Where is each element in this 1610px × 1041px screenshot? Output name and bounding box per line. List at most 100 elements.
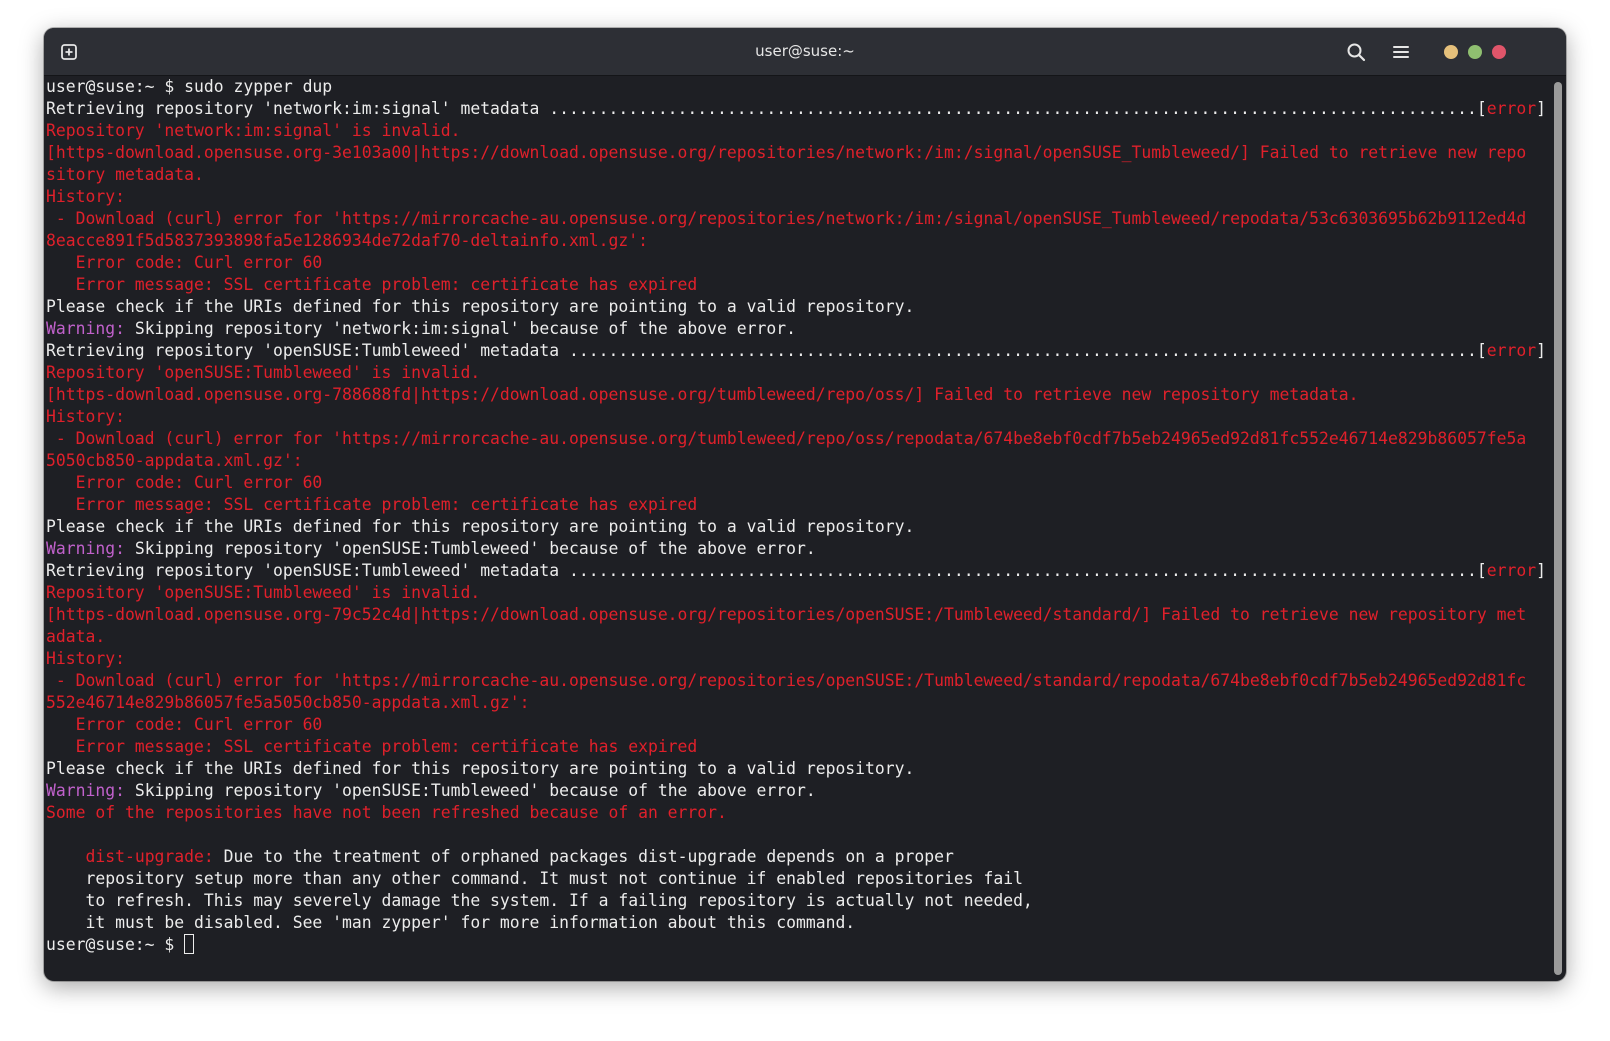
terminal-line: user@suse:~ $ sudo zypper dup	[46, 76, 1544, 98]
terminal-text-segment: error	[1486, 341, 1537, 360]
terminal-line: Error code: Curl error 60	[46, 714, 1544, 736]
terminal-output[interactable]: user@suse:~ $ sudo zypper dup Retrieving …	[44, 76, 1544, 981]
terminal-line: adata.	[46, 626, 1544, 648]
terminal-text-segment: 8eacce891f5d5837393898fa5e1286934de72daf…	[46, 231, 648, 250]
terminal-text-segment: Retrieving repository 'network:im:signal…	[46, 99, 1487, 118]
terminal-text-segment: to refresh. This may severely damage the…	[46, 891, 1033, 910]
terminal-line: Error message: SSL certificate problem: …	[46, 274, 1544, 296]
close-button[interactable]	[1492, 45, 1506, 59]
terminal-text-segment: History:	[46, 407, 125, 426]
terminal-text-segment: Warning:	[46, 319, 125, 338]
terminal-text-segment: adata.	[46, 627, 106, 646]
terminal-window: user@suse:~ user@suse:~ $ sudo zypper du…	[44, 28, 1566, 981]
search-icon	[1347, 43, 1366, 62]
terminal-text-segment: History:	[46, 187, 125, 206]
terminal-text-segment: 552e46714e829b86057fe5a5050cb850-appdata…	[46, 693, 530, 712]
terminal-line: it must be disabled. See 'man zypper' fo…	[46, 912, 1544, 934]
terminal-line: History:	[46, 648, 1544, 670]
terminal-line: - Download (curl) error for 'https://mir…	[46, 208, 1544, 230]
terminal-text-segment: [https-download.opensuse.org-79c52c4d|ht…	[46, 605, 1527, 624]
search-button[interactable]	[1344, 40, 1368, 64]
terminal-line: Retrieving repository 'openSUSE:Tumblewe…	[46, 340, 1544, 362]
terminal-line: Some of the repositories have not been r…	[46, 802, 1544, 824]
terminal-text-segment: Warning:	[46, 781, 125, 800]
hamburger-menu-icon	[1393, 46, 1409, 58]
menu-button[interactable]	[1389, 40, 1413, 64]
terminal-line: to refresh. This may severely damage the…	[46, 890, 1544, 912]
terminal-text-segment: ]	[1536, 341, 1544, 360]
terminal-line: Error code: Curl error 60	[46, 252, 1544, 274]
terminal-text-segment: [https-download.opensuse.org-788688fd|ht…	[46, 385, 1359, 404]
terminal-line: Error message: SSL certificate problem: …	[46, 494, 1544, 516]
terminal-line: 8eacce891f5d5837393898fa5e1286934de72daf…	[46, 230, 1544, 252]
prompt-line[interactable]: user@suse:~ $	[46, 934, 1544, 956]
terminal-text-segment: Due to the treatment of orphaned package…	[213, 847, 954, 866]
terminal-text-segment: 5050cb850-appdata.xml.gz':	[46, 451, 303, 470]
terminal-line: 5050cb850-appdata.xml.gz':	[46, 450, 1544, 472]
vertical-scrollbar[interactable]	[1554, 82, 1562, 975]
minimize-button[interactable]	[1444, 45, 1458, 59]
terminal-text-segment: Repository 'network:im:signal' is invali…	[46, 121, 461, 140]
terminal-text-segment: Error code: Curl error 60	[46, 473, 323, 492]
terminal-text-segment: Skipping repository 'network:im:signal' …	[124, 319, 796, 338]
terminal-line: Error code: Curl error 60	[46, 472, 1544, 494]
terminal-text-segment: Skipping repository 'openSUSE:Tumbleweed…	[124, 539, 816, 558]
terminal-text-segment: Some of the repositories have not been r…	[46, 803, 727, 822]
terminal-line: - Download (curl) error for 'https://mir…	[46, 428, 1544, 450]
terminal-line: Warning: Skipping repository 'openSUSE:T…	[46, 780, 1544, 802]
terminal-text-segment: dist-upgrade:	[85, 847, 214, 866]
terminal-text-segment: Please check if the URIs defined for thi…	[46, 759, 915, 778]
terminal-text-segment: ]	[1536, 99, 1544, 118]
terminal-line: [https-download.opensuse.org-3e103a00|ht…	[46, 142, 1544, 164]
terminal-text-segment: Repository 'openSUSE:Tumbleweed' is inva…	[46, 583, 481, 602]
terminal-text-segment: sitory metadata.	[46, 165, 204, 184]
title-bar[interactable]: user@suse:~	[44, 28, 1566, 76]
terminal-text-segment: Retrieving repository 'openSUSE:Tumblewe…	[46, 341, 1487, 360]
terminal-line: Please check if the URIs defined for thi…	[46, 516, 1544, 538]
terminal-text-segment: Error code: Curl error 60	[46, 253, 323, 272]
shell-prompt: user@suse:~ $	[46, 935, 185, 954]
terminal-line: Retrieving repository 'openSUSE:Tumblewe…	[46, 560, 1544, 582]
terminal-text-segment: user@suse:~ $ sudo zypper dup	[46, 77, 333, 96]
terminal-line: Please check if the URIs defined for thi…	[46, 296, 1544, 318]
terminal-line: [https-download.opensuse.org-788688fd|ht…	[46, 384, 1544, 406]
terminal-text-segment: Warning:	[46, 539, 125, 558]
terminal-text-segment: Skipping repository 'openSUSE:Tumbleweed…	[124, 781, 816, 800]
terminal-line: Warning: Skipping repository 'openSUSE:T…	[46, 538, 1544, 560]
terminal-line: Repository 'openSUSE:Tumbleweed' is inva…	[46, 362, 1544, 384]
terminal-text-segment: Retrieving repository 'openSUSE:Tumblewe…	[46, 561, 1487, 580]
terminal-text-segment: Error message: SSL certificate problem: …	[46, 495, 698, 514]
terminal-line: - Download (curl) error for 'https://mir…	[46, 670, 1544, 692]
terminal-line: Retrieving repository 'network:im:signal…	[46, 98, 1544, 120]
terminal-text-segment: - Download (curl) error for 'https://mir…	[46, 671, 1527, 690]
text-cursor	[184, 934, 195, 954]
terminal-text-segment: ]	[1536, 561, 1544, 580]
terminal-line: Warning: Skipping repository 'network:im…	[46, 318, 1544, 340]
terminal-text-segment: error	[1486, 561, 1537, 580]
terminal-text-segment: it must be disabled. See 'man zypper' fo…	[46, 913, 856, 932]
terminal-line: 552e46714e829b86057fe5a5050cb850-appdata…	[46, 692, 1544, 714]
terminal-text-segment: Please check if the URIs defined for thi…	[46, 297, 915, 316]
terminal-text-segment: - Download (curl) error for 'https://mir…	[46, 429, 1527, 448]
terminal-lines: user@suse:~ $ sudo zypper dup Retrieving …	[44, 76, 1544, 956]
terminal-text-segment: Error code: Curl error 60	[46, 715, 323, 734]
terminal-text-segment: Error message: SSL certificate problem: …	[46, 275, 698, 294]
terminal-line: repository setup more than any other com…	[46, 868, 1544, 890]
terminal-line: Error message: SSL certificate problem: …	[46, 736, 1544, 758]
terminal-text-segment: Error message: SSL certificate problem: …	[46, 737, 698, 756]
terminal-line: Repository 'openSUSE:Tumbleweed' is inva…	[46, 582, 1544, 604]
terminal-line: dist-upgrade: Due to the treatment of or…	[46, 846, 1544, 868]
terminal-text-segment: - Download (curl) error for 'https://mir…	[46, 209, 1527, 228]
terminal-line: History:	[46, 406, 1544, 428]
window-title: user@suse:~	[755, 42, 855, 60]
maximize-button[interactable]	[1468, 45, 1482, 59]
terminal-text-segment: Repository 'openSUSE:Tumbleweed' is inva…	[46, 363, 481, 382]
terminal-text-segment: error	[1486, 99, 1537, 118]
terminal-text-segment: History:	[46, 649, 125, 668]
terminal-text-segment: [https-download.opensuse.org-3e103a00|ht…	[46, 143, 1527, 162]
terminal-line: Repository 'network:im:signal' is invali…	[46, 120, 1544, 142]
terminal-line: [https-download.opensuse.org-79c52c4d|ht…	[46, 604, 1544, 626]
terminal-text-segment: Please check if the URIs defined for thi…	[46, 517, 915, 536]
